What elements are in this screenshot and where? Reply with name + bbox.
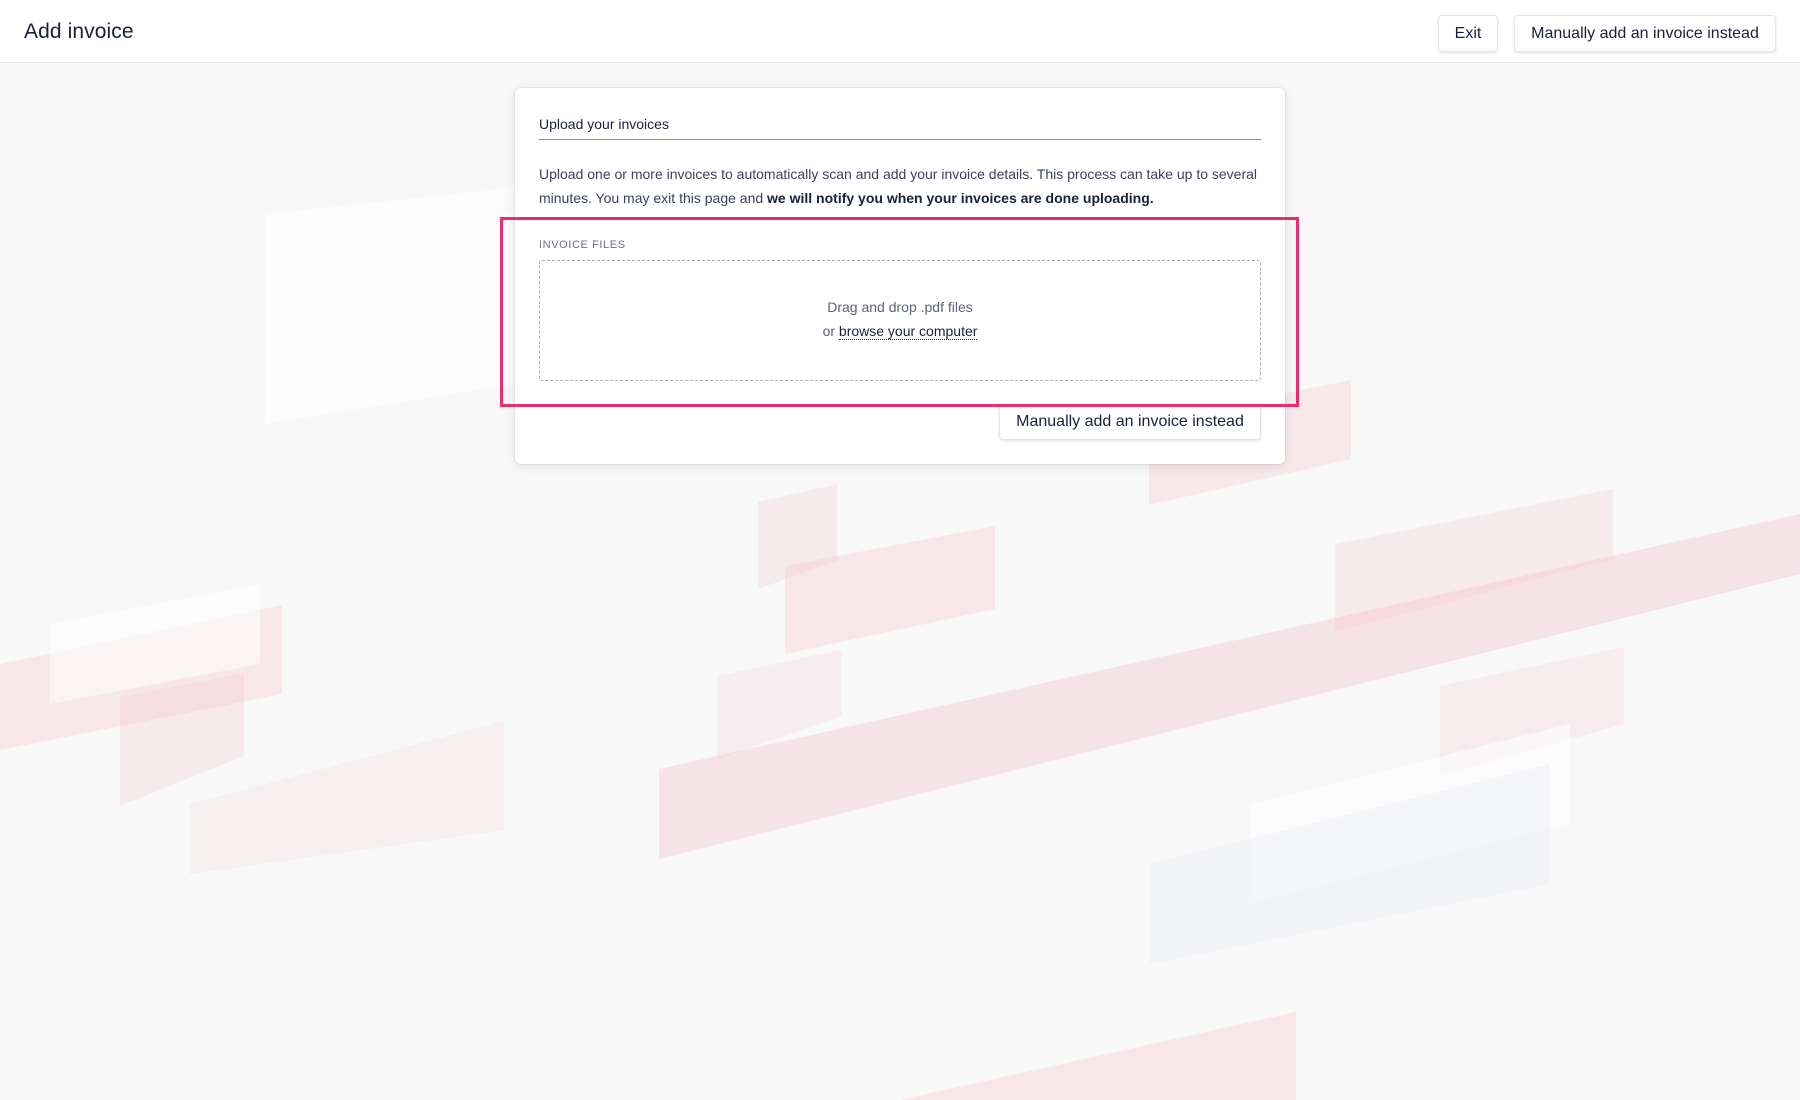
manual-add-invoice-card-button[interactable]: Manually add an invoice instead — [999, 404, 1261, 440]
card-description: Upload one or more invoices to automatic… — [539, 162, 1261, 210]
dropzone-browse-line: or browse your computer — [540, 323, 1260, 340]
exit-button[interactable]: Exit — [1438, 15, 1498, 52]
manual-add-invoice-button[interactable]: Manually add an invoice instead — [1514, 15, 1776, 52]
file-dropzone[interactable]: Drag and drop .pdf files or browse your … — [539, 260, 1261, 381]
upload-card: Upload your invoices Upload one or more … — [515, 88, 1285, 464]
description-bold-text: we will notify you when your invoices ar… — [767, 190, 1154, 206]
page-title: Add invoice — [24, 20, 134, 43]
top-bar: Add invoice Exit Manually add an invoice… — [0, 0, 1800, 63]
browse-computer-link[interactable]: browse your computer — [838, 323, 978, 340]
invoice-files-label: INVOICE FILES — [539, 239, 626, 251]
dropzone-instructions: Drag and drop .pdf files — [827, 299, 973, 315]
card-title: Upload your invoices — [539, 116, 1261, 140]
dropzone-or-text: or — [822, 323, 839, 339]
